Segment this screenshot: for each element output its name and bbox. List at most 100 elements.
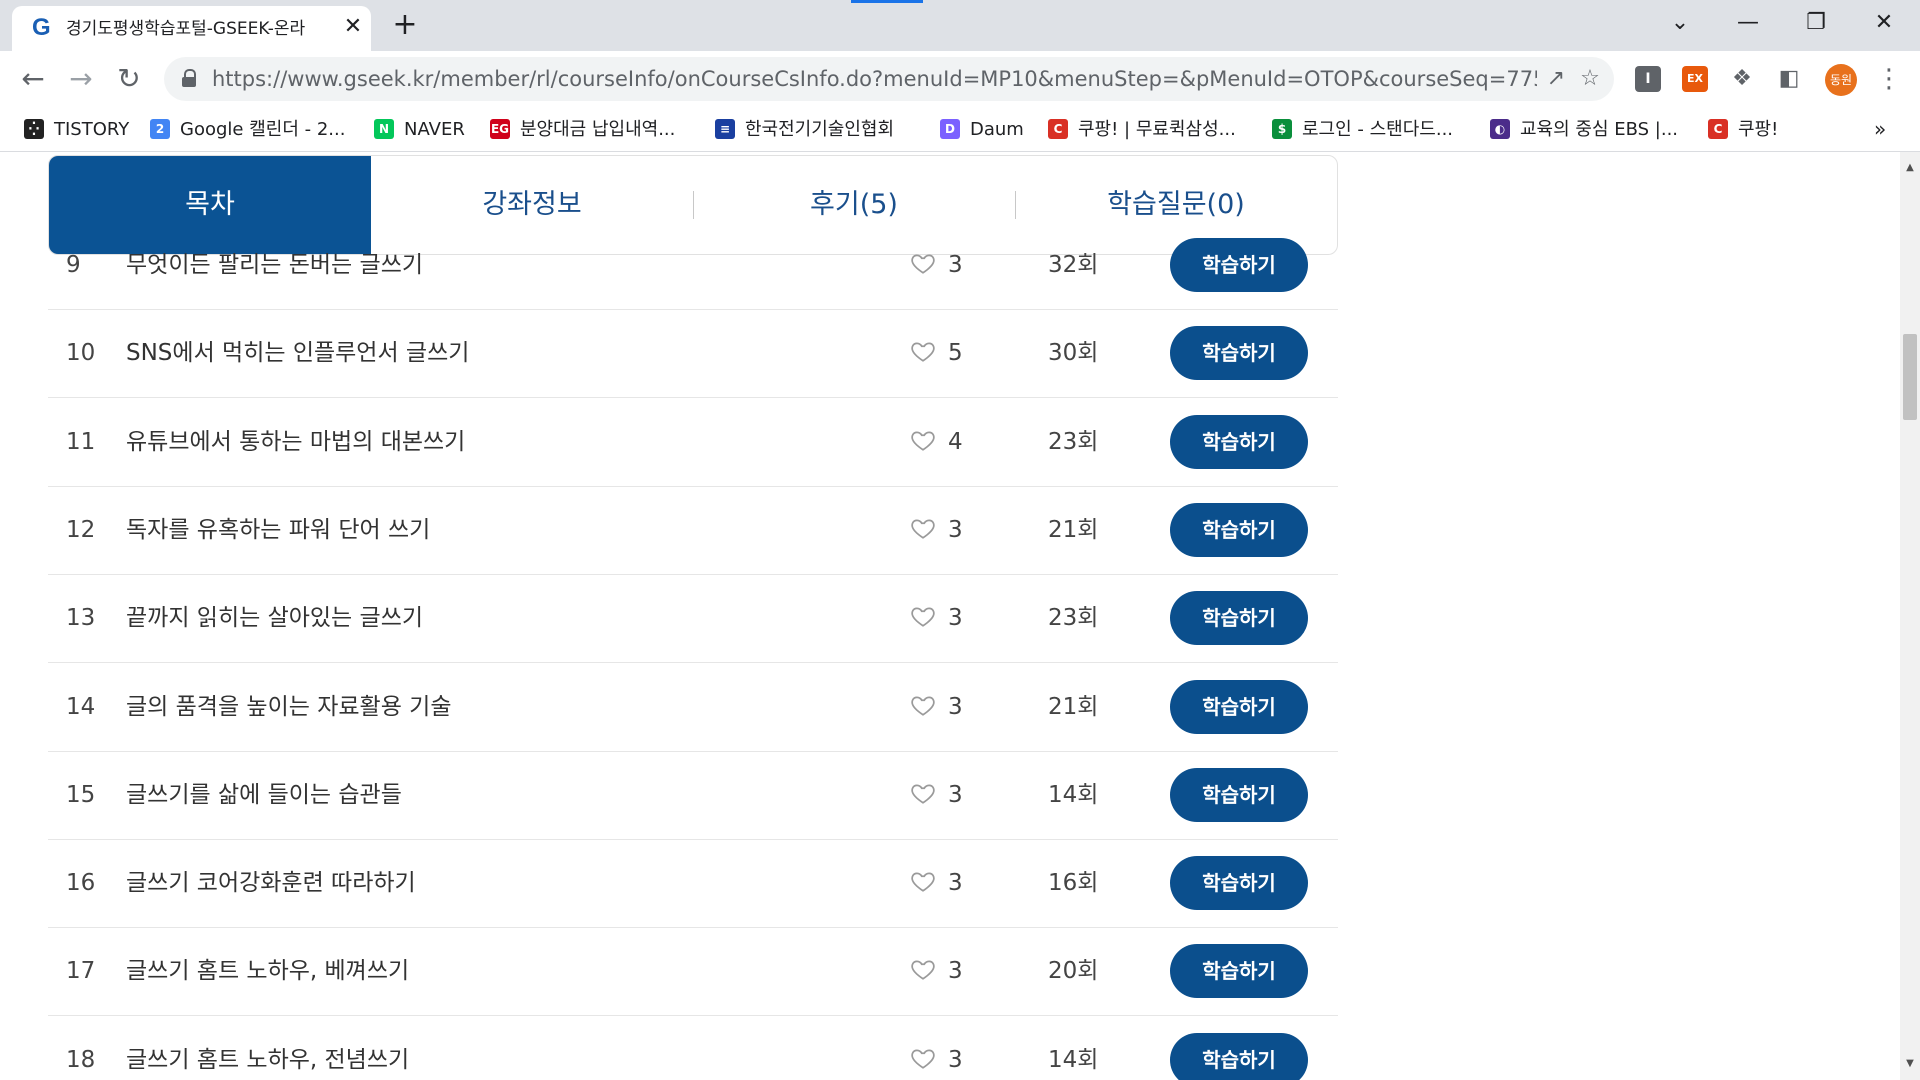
like-count: 3 xyxy=(948,958,963,985)
lesson-number: 15 xyxy=(66,781,96,808)
url-text[interactable]: https://www.gseek.kr/member/rl/courseInf… xyxy=(212,67,1537,91)
tab-title: 경기도평생학습포털-GSEEK-온라 xyxy=(66,19,306,39)
page-scrollbar[interactable]: ▲ ▼ xyxy=(1900,152,1920,1080)
lesson-number: 9 xyxy=(66,252,81,278)
bookmark-label: Google 캘린더 - 2... xyxy=(180,119,346,140)
like-count: 3 xyxy=(948,252,963,278)
lesson-row: 15 글쓰기를 삶에 들이는 습관들 3 14회 학습하기 xyxy=(48,751,1338,840)
view-count: 21회 xyxy=(1048,693,1099,720)
lesson-row: 9 무엇이든 팔리는 돈버는 글쓰기 3 32회 학습하기 xyxy=(48,221,1338,310)
like-count: 3 xyxy=(948,1046,963,1073)
share-icon[interactable]: ↗ xyxy=(1542,65,1570,93)
bookmarks-bar: ⁛ TISTORY 2 Google 캘린더 - 2... N NAVER EG… xyxy=(0,107,1920,152)
lesson-row: 11 유튜브에서 통하는 마법의 대본쓰기 4 23회 학습하기 xyxy=(48,398,1338,487)
view-count: 20회 xyxy=(1048,958,1099,985)
bookmarks-overflow-icon[interactable]: » xyxy=(1874,117,1898,141)
lesson-title: 유튜브에서 통하는 마법의 대본쓰기 xyxy=(126,428,466,455)
lesson-row: 13 끝까지 읽히는 살아있는 글쓰기 3 23회 학습하기 xyxy=(48,574,1338,664)
side-panel-icon[interactable]: ◧ xyxy=(1776,66,1802,92)
heart-icon[interactable] xyxy=(910,692,936,718)
view-count: 21회 xyxy=(1048,516,1099,543)
browser-menu-icon[interactable]: ⋮ xyxy=(1876,63,1902,95)
extensions-puzzle-icon[interactable]: ❖ xyxy=(1729,66,1755,92)
view-count: 16회 xyxy=(1048,870,1099,897)
restore-button[interactable]: ❐ xyxy=(1796,8,1836,38)
like-count: 4 xyxy=(948,428,963,455)
bookmark-label: 분양대금 납입내역... xyxy=(520,119,676,140)
back-arrow-icon[interactable]: ← xyxy=(16,62,50,96)
kea-icon: ≡ xyxy=(715,119,735,139)
extension-i-icon[interactable]: I xyxy=(1635,66,1661,92)
lesson-number: 16 xyxy=(66,870,96,897)
lock-icon[interactable] xyxy=(182,69,196,87)
study-button[interactable]: 학습하기 xyxy=(1170,1032,1308,1080)
lesson-title: 무엇이든 팔리는 돈버는 글쓰기 xyxy=(126,252,424,278)
ebs-icon: ◐ xyxy=(1490,119,1510,139)
lesson-number: 12 xyxy=(66,516,96,543)
heart-icon[interactable] xyxy=(910,868,936,894)
study-button[interactable]: 학습하기 xyxy=(1170,502,1308,557)
extension-ex-icon[interactable]: EX xyxy=(1682,66,1708,92)
coupang-icon: C xyxy=(1048,119,1068,139)
scroll-up-arrow-icon[interactable]: ▲ xyxy=(1904,162,1916,174)
naver-icon: N xyxy=(374,119,394,139)
heart-icon[interactable] xyxy=(910,250,936,276)
view-count: 14회 xyxy=(1048,1046,1099,1073)
study-button[interactable]: 학습하기 xyxy=(1170,591,1308,646)
coupang-icon: C xyxy=(1708,119,1728,139)
study-button[interactable]: 학습하기 xyxy=(1170,944,1308,999)
bookmark-label: 로그인 - 스탠다드... xyxy=(1302,119,1454,140)
lesson-title: 끝까지 읽히는 살아있는 글쓰기 xyxy=(126,605,424,632)
lesson-row: 18 글쓰기 홈트 노하우, 전념쓰기 3 14회 학습하기 xyxy=(48,1016,1338,1080)
lesson-title: SNS에서 먹히는 인플루언서 글쓰기 xyxy=(126,340,470,367)
new-tab-button[interactable]: + xyxy=(390,10,420,40)
lesson-number: 18 xyxy=(66,1046,96,1073)
tab-close-icon[interactable]: ✕ xyxy=(342,16,364,38)
lesson-number: 13 xyxy=(66,605,96,632)
heart-icon[interactable] xyxy=(910,427,936,453)
lesson-number: 10 xyxy=(66,340,96,367)
lesson-title: 글쓰기 홈트 노하우, 베껴쓰기 xyxy=(126,958,410,985)
view-count: 14회 xyxy=(1048,781,1099,808)
study-button[interactable]: 학습하기 xyxy=(1170,326,1308,381)
lesson-title: 글쓰기 코어강화훈련 따라하기 xyxy=(126,870,416,897)
view-count: 23회 xyxy=(1048,428,1099,455)
browser-tab[interactable]: G 경기도평생학습포털-GSEEK-온라 ✕ xyxy=(12,6,371,51)
reload-icon[interactable]: ↻ xyxy=(112,62,146,96)
heart-icon[interactable] xyxy=(910,1045,936,1071)
study-button[interactable]: 학습하기 xyxy=(1170,679,1308,734)
lesson-row: 16 글쓰기 코어강화훈련 따라하기 3 16회 학습하기 xyxy=(48,839,1338,929)
heart-icon[interactable] xyxy=(910,956,936,982)
study-button[interactable]: 학습하기 xyxy=(1170,856,1308,911)
heart-icon[interactable] xyxy=(910,603,936,629)
eg-icon: EG xyxy=(490,119,510,139)
tab-search-chevron-icon[interactable]: ⌄ xyxy=(1660,8,1700,38)
lesson-row: 10 SNS에서 먹히는 인플루언서 글쓰기 5 30회 학습하기 xyxy=(48,309,1338,399)
standard-chartered-icon: $ xyxy=(1272,119,1292,139)
view-count: 23회 xyxy=(1048,605,1099,632)
profile-avatar[interactable]: 동원 xyxy=(1825,64,1857,96)
study-button[interactable]: 학습하기 xyxy=(1170,238,1308,292)
like-count: 3 xyxy=(948,605,963,632)
window-close-button[interactable]: ✕ xyxy=(1864,8,1904,38)
page-content: 목차 강좌정보 후기(5) 학습질문(0) 9 무엇이든 팔리는 돈버는 글쓰기 3… xyxy=(0,152,1900,1080)
study-button[interactable]: 학습하기 xyxy=(1170,414,1308,469)
browser-tab-strip: G 경기도평생학습포털-GSEEK-온라 ✕ + ⌄ — ❐ ✕ xyxy=(0,0,1920,51)
daum-icon: D xyxy=(940,119,960,139)
heart-icon[interactable] xyxy=(910,515,936,541)
bookmark-star-icon[interactable]: ☆ xyxy=(1576,65,1604,93)
lesson-title: 글의 품격을 높이는 자료활용 기술 xyxy=(126,693,452,720)
heart-icon[interactable] xyxy=(910,780,936,806)
scroll-thumb[interactable] xyxy=(1903,334,1917,420)
like-count: 3 xyxy=(948,516,963,543)
bookmark-label: NAVER xyxy=(404,119,465,140)
view-count: 30회 xyxy=(1048,340,1099,367)
browser-toolbar: ← → ↻ https://www.gseek.kr/member/rl/cou… xyxy=(0,51,1920,107)
heart-icon[interactable] xyxy=(910,338,936,364)
loading-indicator xyxy=(851,0,923,3)
address-bar[interactable]: https://www.gseek.kr/member/rl/courseInf… xyxy=(164,57,1614,101)
minimize-button[interactable]: — xyxy=(1728,8,1768,38)
study-button[interactable]: 학습하기 xyxy=(1170,767,1308,822)
forward-arrow-icon[interactable]: → xyxy=(64,62,98,96)
scroll-down-arrow-icon[interactable]: ▼ xyxy=(1904,1058,1916,1070)
